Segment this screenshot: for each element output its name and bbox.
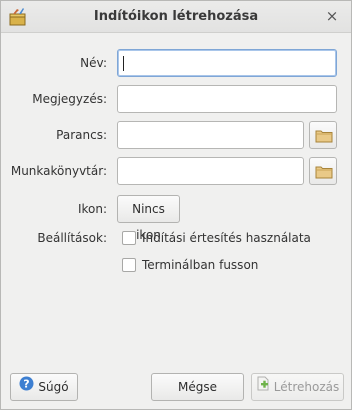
- startup-notify-checkbox[interactable]: [122, 231, 136, 245]
- icon-chooser-button[interactable]: Nincs ikon: [117, 195, 180, 242]
- command-browse-button[interactable]: [309, 121, 337, 149]
- name-input[interactable]: [117, 49, 337, 77]
- workdir-input[interactable]: [117, 157, 304, 185]
- svg-text:?: ?: [24, 377, 30, 390]
- run-in-terminal-label[interactable]: Terminálban fusson: [142, 258, 258, 272]
- workdir-label: Munkakönyvtár:: [10, 164, 107, 178]
- folder-icon: [315, 130, 333, 143]
- titlebar[interactable]: Indítóikon létrehozása ×: [1, 1, 351, 33]
- add-icon: [256, 374, 270, 400]
- run-in-terminal-checkbox[interactable]: [122, 258, 136, 272]
- create-button[interactable]: Létrehozás: [251, 373, 344, 401]
- options-label: Beállítások:: [37, 231, 107, 245]
- cancel-button[interactable]: Mégse: [151, 373, 244, 401]
- command-input[interactable]: [117, 121, 304, 149]
- icon-label: Ikon:: [77, 202, 107, 216]
- help-icon: ?: [19, 374, 34, 400]
- close-icon[interactable]: ×: [323, 7, 341, 25]
- comment-input[interactable]: [117, 85, 337, 113]
- name-label: Név:: [80, 56, 107, 70]
- startup-notify-label[interactable]: Indítási értesítés használata: [142, 231, 311, 245]
- help-button-label: Súgó: [38, 380, 69, 394]
- text-caret: [123, 56, 124, 71]
- comment-label: Megjegyzés:: [32, 92, 107, 106]
- command-label: Parancs:: [56, 128, 107, 142]
- help-button[interactable]: ? Súgó: [10, 373, 78, 401]
- folder-icon: [315, 166, 333, 179]
- launcher-dialog: Indítóikon létrehozása × Név: Megjegyzés…: [0, 0, 352, 410]
- dialog-title: Indítóikon létrehozása: [93, 9, 259, 24]
- create-button-label: Létrehozás: [273, 380, 340, 394]
- workdir-browse-button[interactable]: [309, 157, 337, 185]
